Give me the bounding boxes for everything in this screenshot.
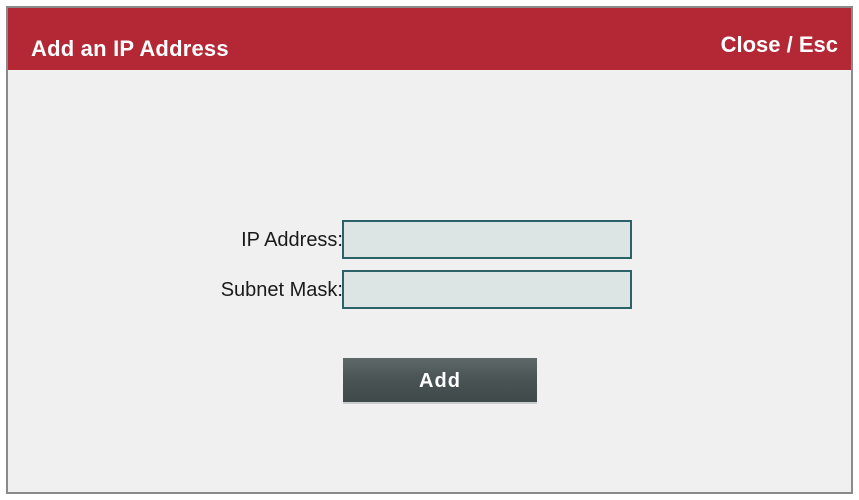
subnet-mask-input[interactable] bbox=[342, 270, 632, 309]
dialog-title: Add an IP Address bbox=[31, 36, 229, 61]
close-button[interactable]: Close / Esc bbox=[721, 32, 838, 58]
add-button[interactable]: Add bbox=[343, 358, 537, 404]
ip-address-row: IP Address: bbox=[8, 220, 851, 262]
ip-address-input[interactable] bbox=[342, 220, 632, 259]
ip-address-label: IP Address: bbox=[241, 229, 343, 251]
dialog-title-bar: Add an IP Address Close / Esc bbox=[8, 8, 851, 70]
add-ip-dialog: Add an IP Address Close / Esc IP Address… bbox=[6, 6, 853, 494]
subnet-mask-label: Subnet Mask: bbox=[220, 279, 343, 301]
subnet-mask-row: Subnet Mask: bbox=[8, 270, 851, 312]
